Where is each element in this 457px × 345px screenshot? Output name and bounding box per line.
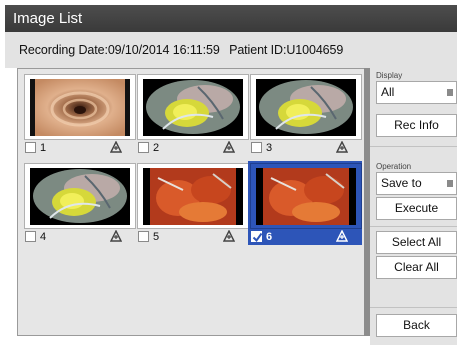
select-checkbox[interactable] [25,142,36,153]
protect-icon[interactable] [110,230,122,242]
protect-icon[interactable] [223,141,235,153]
endoscopy-image [30,168,130,225]
protect-icon[interactable] [336,141,348,153]
dropdown-arrow-icon [447,89,453,96]
patient-id: Patient ID:U1004659 [229,43,344,57]
thumbnail-caption: 1 [24,141,136,155]
thumbnail-caption: 6 [250,230,362,244]
thumbnail-frame [24,74,136,140]
image-thumbnail-6[interactable]: 6 [248,161,362,245]
back-button[interactable]: Back [376,314,457,337]
operation-dropdown[interactable]: Save to [376,172,457,195]
image-thumbnail-5[interactable]: 5 [137,163,249,244]
select-checkbox[interactable] [251,142,262,153]
image-number: 4 [40,231,47,243]
recording-date: Recording Date:09/10/2014 16:11:59 [19,43,220,57]
endoscopy-image [143,168,243,225]
image-number: 1 [40,142,47,154]
thumbnail-caption: 4 [24,230,136,244]
control-sidebar: Display All Rec Info Operation Save to E… [370,68,457,345]
window-title: Image List [5,5,457,32]
endoscopy-image [143,79,243,136]
operation-label: Operation [376,162,412,171]
image-thumbnail-3[interactable]: 3 [250,74,362,155]
display-label: Display [376,71,403,80]
protect-icon[interactable] [336,230,348,242]
endoscopy-image [256,79,356,136]
image-number: 3 [266,142,273,154]
select-checkbox[interactable] [138,142,149,153]
protect-icon[interactable] [223,230,235,242]
select-all-button[interactable]: Select All [376,231,457,254]
divider [370,226,457,227]
display-value: All [381,85,395,99]
operation-value: Save to [381,176,422,190]
image-thumbnail-4[interactable]: 4 [24,163,136,244]
dropdown-arrow-icon [447,180,453,187]
recording-info-bar: Recording Date:09/10/2014 16:11:59 Patie… [5,32,457,68]
divider [370,307,457,308]
image-thumbnail-1[interactable]: 1 [24,74,136,155]
select-checkbox[interactable] [138,231,149,242]
thumbnail-caption: 5 [137,230,249,244]
rec-info-button[interactable]: Rec Info [376,114,457,137]
select-checkbox[interactable] [251,231,263,243]
display-dropdown[interactable]: All [376,81,457,104]
protect-icon[interactable] [110,141,122,153]
image-number: 6 [266,231,273,243]
endoscopy-image [30,79,130,136]
image-number: 5 [153,231,160,243]
thumbnail-frame [250,74,362,140]
clear-all-button[interactable]: Clear All [376,256,457,279]
thumbnail-caption: 2 [137,141,249,155]
thumbnail-caption: 3 [250,141,362,155]
divider [370,146,457,147]
execute-button[interactable]: Execute [376,197,457,220]
endoscopy-image [256,168,356,225]
image-number: 2 [153,142,160,154]
thumbnail-frame [24,163,136,229]
thumbnail-frame [250,163,362,229]
image-thumbnail-2[interactable]: 2 [137,74,249,155]
thumbnail-frame [137,74,249,140]
thumbnail-frame [137,163,249,229]
select-checkbox[interactable] [25,231,36,242]
